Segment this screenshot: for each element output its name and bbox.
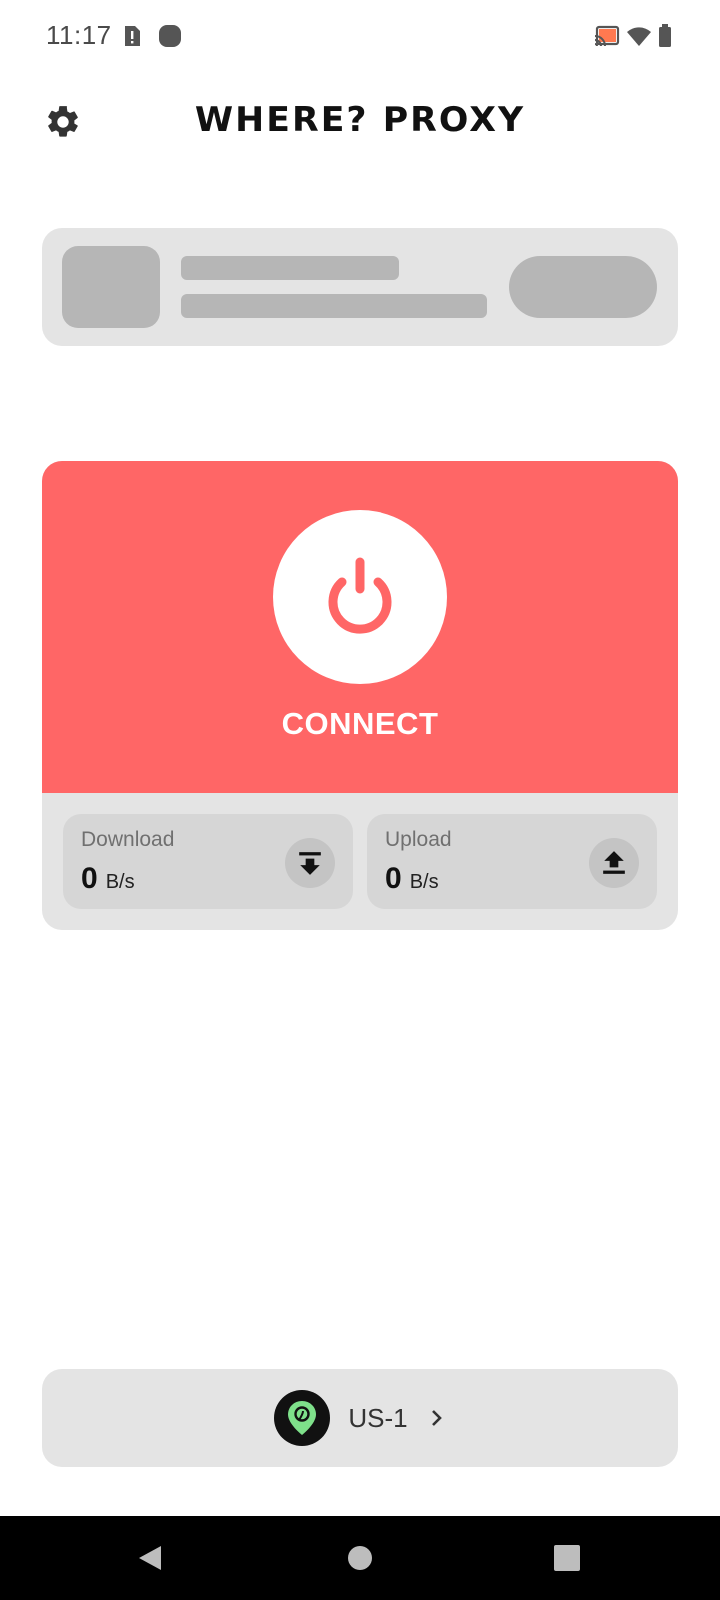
power-icon [315,552,405,642]
ad-banner-placeholder [42,228,678,346]
upload-value: 0 B/s [385,862,439,896]
app-title: WHERE? PROXY [194,100,526,140]
download-label: Download [81,828,175,851]
location-pin-icon [274,1390,331,1446]
upload-stat: Upload 0 B/s [367,814,657,909]
upload-unit: B/s [409,871,439,893]
server-selector[interactable]: US-1 [42,1369,678,1467]
connect-label: CONNECT [281,706,439,741]
placeholder-line [181,256,399,280]
placeholder-button [509,256,657,318]
download-value: 0 B/s [81,862,135,896]
recents-icon [553,1544,581,1572]
wifi-icon [625,24,653,48]
recents-button[interactable] [527,1516,607,1600]
battery-icon [657,24,673,48]
placeholder-line [181,294,487,318]
home-icon [346,1544,374,1572]
download-stat: Download 0 B/s [63,814,353,909]
connect-card: CONNECT Download 0 B/s Upload 0 B/s [42,461,678,930]
server-name: US-1 [348,1402,408,1433]
download-number: 0 [81,862,98,895]
sim-alert-icon [120,24,144,48]
app-notification-icon [158,24,182,48]
connect-panel: CONNECT [42,461,678,793]
home-button[interactable] [320,1516,400,1600]
chevron-right-icon [430,1408,446,1428]
system-nav-bar [0,1516,720,1600]
upload-label: Upload [385,828,452,851]
upload-icon [589,838,639,888]
cast-icon [594,24,620,48]
connect-button[interactable] [273,510,447,684]
status-bar: 11:17 [0,0,720,72]
status-time: 11:17 [46,20,112,50]
upload-number: 0 [385,862,402,895]
back-icon [135,1543,165,1573]
placeholder-thumbnail [62,246,160,328]
download-icon [285,838,335,888]
back-button[interactable] [110,1516,190,1600]
download-unit: B/s [105,871,135,893]
